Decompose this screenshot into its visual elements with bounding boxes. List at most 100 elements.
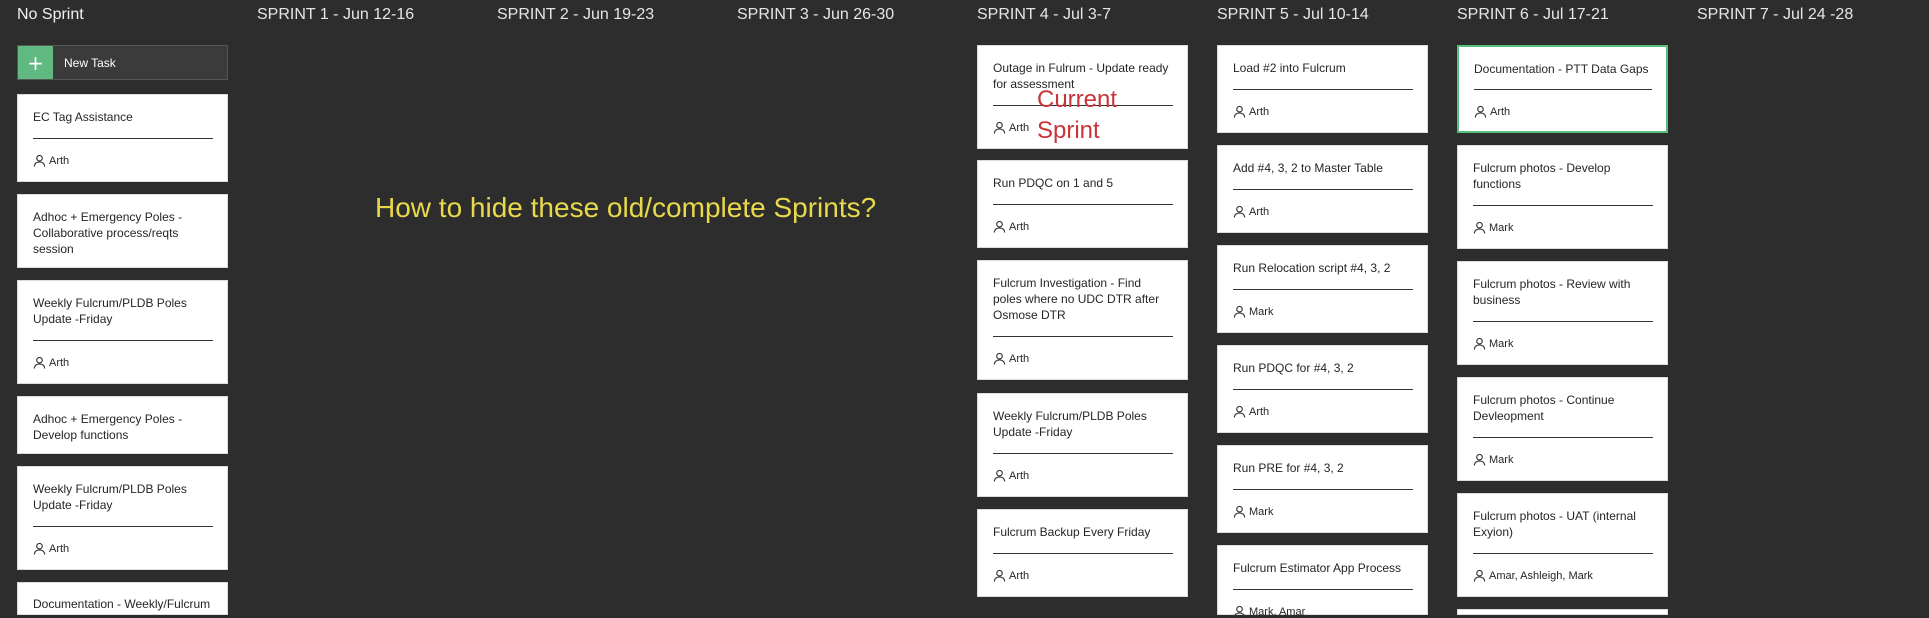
card-divider <box>1233 489 1413 490</box>
task-card[interactable]: Load #2 into Fulcrum Arth <box>1217 45 1428 133</box>
task-title: Fulcrum Estimator App Process <box>1233 561 1402 575</box>
person-icon <box>33 356 46 369</box>
task-card[interactable]: Fulcrum photos - Develop functions Mark <box>1457 145 1668 249</box>
task-card[interactable]: Weekly Fulcrum/PLDB Poles Update -Friday… <box>17 466 228 570</box>
task-card[interactable]: EC Tag Assistance Arth <box>17 94 228 182</box>
person-icon <box>993 469 1006 482</box>
annotation-current-line1: Current <box>1037 86 1118 113</box>
task-card[interactable]: Fulcrum photos - Review with business Ma… <box>1457 261 1668 365</box>
task-card[interactable]: Fulcrum Investigation - Find poles where… <box>977 260 1188 380</box>
task-assignee: Arth <box>33 356 69 369</box>
assignee-name: Mark <box>1249 505 1274 518</box>
column-header-no-sprint: No Sprint <box>17 6 84 23</box>
task-title: Fulcrum Investigation - Find poles where… <box>993 276 1160 322</box>
person-icon <box>1233 205 1246 218</box>
task-card[interactable]: Run PDQC on 1 and 5 Arth <box>977 160 1188 248</box>
task-title: Weekly Fulcrum/PLDB Poles Update -Friday <box>993 409 1147 439</box>
assignee-name: Mark <box>1489 221 1514 234</box>
task-card[interactable] <box>1457 609 1668 615</box>
column-header-sprint-4: SPRINT 4 - Jul 3-7 <box>977 6 1111 23</box>
task-title: Weekly Fulcrum/PLDB Poles Update -Friday <box>33 482 187 512</box>
task-card[interactable]: Run Relocation script #4, 3, 2 Mark <box>1217 245 1428 333</box>
card-divider <box>993 553 1173 554</box>
card-divider <box>1233 589 1413 590</box>
person-icon <box>993 121 1006 134</box>
task-assignee: Mark <box>1233 505 1273 518</box>
task-title: Run PRE for #4, 3, 2 <box>1233 461 1344 475</box>
assignee-name: Arth <box>49 356 70 369</box>
task-card[interactable]: Adhoc + Emergency Poles - Collaborative … <box>17 194 228 268</box>
task-title: Documentation - PTT Data Gaps <box>1474 62 1649 76</box>
task-title: Documentation - Weekly/Fulcrum <box>33 597 211 611</box>
task-card[interactable]: Run PRE for #4, 3, 2 Mark <box>1217 445 1428 533</box>
task-assignee: Arth <box>993 220 1029 233</box>
card-divider <box>993 453 1173 454</box>
person-icon <box>1233 405 1246 418</box>
task-title: Load #2 into Fulcrum <box>1233 61 1346 75</box>
task-assignee: Arth <box>993 121 1029 134</box>
annotation-current-sprint: Current Sprint <box>1037 84 1117 146</box>
card-divider <box>1473 437 1653 438</box>
assignee-name: Mark, Amar <box>1249 605 1306 618</box>
plus-icon: + <box>18 46 53 79</box>
assignee-name: Arth <box>1009 220 1030 233</box>
task-card[interactable]: Fulcrum Estimator App Process Mark, Amar <box>1217 545 1428 618</box>
column-header-sprint-3: SPRINT 3 - Jun 26-30 <box>737 6 895 23</box>
person-icon <box>1233 605 1246 618</box>
person-icon <box>993 352 1006 365</box>
task-card-selected[interactable]: Documentation - PTT Data Gaps Arth <box>1457 45 1668 133</box>
task-assignee: Arth <box>993 569 1029 582</box>
task-title: Fulcrum photos - UAT (internal Exyion) <box>1473 509 1636 539</box>
person-icon <box>993 569 1006 582</box>
task-title: Weekly Fulcrum/PLDB Poles Update -Friday <box>33 296 187 326</box>
new-task-label: New Task <box>64 55 116 70</box>
assignee-name: Arth <box>1249 105 1270 118</box>
task-title: EC Tag Assistance <box>33 110 133 124</box>
card-divider <box>33 138 213 139</box>
new-task-button[interactable]: + New Task <box>17 45 228 80</box>
card-divider <box>1233 189 1413 190</box>
person-icon <box>993 220 1006 233</box>
task-assignee: Mark, Amar <box>1233 605 1305 618</box>
task-assignee: Arth <box>1233 205 1269 218</box>
assignee-name: Arth <box>49 154 70 167</box>
person-icon <box>1233 105 1246 118</box>
card-divider <box>1233 89 1413 90</box>
column-header-sprint-1: SPRINT 1 - Jun 12-16 <box>257 6 415 23</box>
task-card[interactable]: Weekly Fulcrum/PLDB Poles Update -Friday… <box>977 393 1188 497</box>
person-icon <box>33 154 46 167</box>
task-card[interactable]: Run PDQC for #4, 3, 2 Arth <box>1217 345 1428 433</box>
card-divider <box>33 526 213 527</box>
task-title: Fulcrum photos - Review with business <box>1473 277 1631 307</box>
task-card[interactable]: Add #4, 3, 2 to Master Table Arth <box>1217 145 1428 233</box>
assignee-name: Arth <box>1490 105 1511 118</box>
column-header-sprint-6: SPRINT 6 - Jul 17-21 <box>1457 6 1609 23</box>
task-card[interactable]: Weekly Fulcrum/PLDB Poles Update -Friday… <box>17 280 228 384</box>
card-divider <box>1473 205 1653 206</box>
task-card[interactable]: Adhoc + Emergency Poles - Develop functi… <box>17 396 228 454</box>
card-divider <box>1233 289 1413 290</box>
task-assignee: Amar, Ashleigh, Mark <box>1473 569 1593 582</box>
task-card[interactable]: Documentation - Weekly/Fulcrum <box>17 582 228 615</box>
task-card[interactable]: Fulcrum photos - UAT (internal Exyion) A… <box>1457 493 1668 597</box>
person-icon <box>1473 221 1486 234</box>
assignee-name: Arth <box>1249 205 1270 218</box>
person-icon <box>1474 105 1487 118</box>
task-card[interactable]: Fulcrum Backup Every Friday Arth <box>977 509 1188 597</box>
card-divider <box>1474 89 1652 90</box>
person-icon <box>1233 505 1246 518</box>
assignee-name: Arth <box>1009 121 1030 134</box>
task-assignee: Arth <box>33 542 69 555</box>
assignee-name: Arth <box>1009 352 1030 365</box>
task-assignee: Arth <box>993 469 1029 482</box>
annotation-question: How to hide these old/complete Sprints? <box>375 192 877 223</box>
task-assignee: Mark <box>1473 221 1513 234</box>
task-title: Adhoc + Emergency Poles - Develop functi… <box>33 412 183 442</box>
task-assignee: Arth <box>1474 105 1510 118</box>
card-divider <box>993 336 1173 337</box>
annotation-current-line2: Sprint <box>1037 117 1100 144</box>
column-header-sprint-2: SPRINT 2 - Jun 19-23 <box>497 6 655 23</box>
task-card[interactable]: Fulcrum photos - Continue Devleopment Ma… <box>1457 377 1668 481</box>
task-title: Run PDQC for #4, 3, 2 <box>1233 361 1354 375</box>
card-divider <box>993 204 1173 205</box>
